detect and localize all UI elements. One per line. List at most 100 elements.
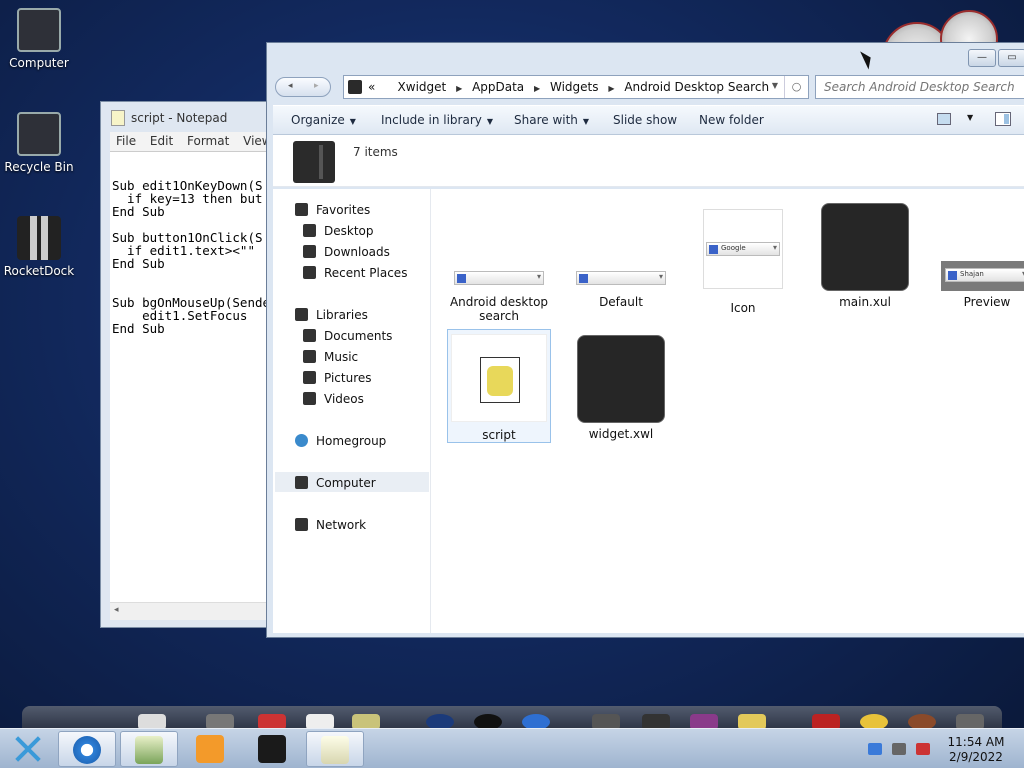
file-name: widget.xwl — [588, 427, 654, 441]
file-list: ▾ Android desktop search ▾ Default Googl… — [431, 189, 1024, 633]
nav-favorites[interactable]: Favorites — [295, 203, 370, 217]
nav-label: Documents — [324, 329, 393, 343]
menu-edit[interactable]: Edit — [144, 132, 173, 148]
nav-downloads[interactable]: Downloads — [303, 245, 390, 259]
menu-format[interactable]: Format — [181, 132, 229, 148]
refresh-icon[interactable]: ○ — [784, 76, 808, 98]
chevron-right-icon[interactable]: ▶ — [608, 84, 614, 93]
notepad-window[interactable]: script - Notepad File Edit Format View S… — [100, 101, 281, 628]
preview-pane-icon[interactable] — [995, 112, 1011, 126]
file-name: script — [482, 428, 516, 442]
chevron-down-icon: ▼ — [582, 117, 590, 126]
homegroup-icon — [295, 434, 308, 447]
taskbar-clock[interactable]: 11:54 AM 2/9/2022 — [940, 735, 1012, 765]
forward-button[interactable]: ▸ — [314, 81, 319, 91]
taskbar-mixer-button[interactable] — [244, 731, 302, 767]
breadcrumb-android-desktop-search[interactable]: Android Desktop Search — [624, 80, 769, 94]
share-with-button[interactable]: Share with ▼ — [514, 113, 589, 127]
command-toolbar: Organize ▼ Include in library ▼ Share with… — [273, 105, 1024, 135]
window-controls: — ▭ — [966, 49, 1024, 67]
nav-videos[interactable]: Videos — [303, 392, 364, 406]
taskbar-notepad-button[interactable] — [306, 731, 364, 767]
music-icon — [303, 350, 316, 363]
chevron-right-icon[interactable]: ▶ — [456, 84, 462, 93]
file-item[interactable]: ▾ Default — [569, 271, 673, 309]
chevron-down-icon[interactable]: ▼ — [772, 81, 778, 90]
thumbnail-text: Shajan — [960, 270, 984, 278]
item-count: 7 items — [353, 145, 398, 159]
volume-muted-tray-icon[interactable] — [916, 743, 930, 755]
file-item[interactable]: ▾ Android desktop search — [447, 271, 551, 323]
file-item[interactable]: Google ▾ Icon — [691, 209, 795, 315]
breadcrumb-widgets[interactable]: Widgets — [550, 80, 599, 94]
menu-file[interactable]: File — [110, 132, 136, 148]
search-input[interactable] — [824, 80, 1024, 94]
desktop-icon-label: RocketDock — [3, 264, 75, 278]
notepad-horizontal-scrollbar[interactable]: ◂ — [110, 602, 281, 620]
breadcrumb-appdata[interactable]: AppData — [472, 80, 524, 94]
organize-button[interactable]: Organize ▼ — [291, 113, 356, 127]
media-player-icon — [196, 735, 224, 763]
desktop-icon-label: Recycle Bin — [4, 160, 74, 174]
recent-places-icon — [303, 266, 316, 279]
desktop-icon-recycle-bin[interactable]: Recycle Bin — [0, 112, 78, 174]
chevron-right-icon[interactable]: ▶ — [534, 84, 540, 93]
taskbar-explorer-button[interactable] — [120, 731, 178, 767]
nav-documents[interactable]: Documents — [303, 329, 392, 343]
new-folder-button[interactable]: New folder — [699, 113, 764, 127]
image-thumbnail-icon: Shajan ▾ — [941, 261, 1024, 291]
breadcrumb-xwidget[interactable]: Xwidget — [398, 80, 447, 94]
file-item-selected[interactable]: script — [447, 329, 551, 443]
notepad-icon — [111, 110, 125, 126]
notepad-text-area[interactable]: Sub edit1OnKeyDown(S if key=13 then but … — [110, 152, 281, 602]
nav-music[interactable]: Music — [303, 350, 358, 364]
nav-network[interactable]: Network — [295, 518, 366, 532]
folder-icon — [293, 141, 335, 183]
taskbar-ie-button[interactable] — [58, 731, 116, 767]
nav-label: Videos — [324, 392, 364, 406]
xul-file-icon — [821, 203, 909, 291]
clock-date: 2/9/2022 — [949, 750, 1003, 764]
widget-thumbnail-icon: ▾ — [576, 271, 666, 285]
nav-desktop[interactable]: Desktop — [303, 224, 374, 238]
notepad-titlebar[interactable]: script - Notepad — [101, 102, 279, 134]
chevron-down-icon: ▼ — [486, 117, 494, 126]
nav-pictures[interactable]: Pictures — [303, 371, 372, 385]
desktop-icon-computer[interactable]: Computer — [0, 8, 78, 70]
change-view-icon[interactable] — [937, 113, 951, 125]
minimize-button[interactable]: — — [968, 49, 996, 67]
file-item[interactable]: main.xul — [813, 203, 917, 309]
nav-label: Favorites — [316, 203, 371, 217]
nav-label: Libraries — [316, 308, 368, 322]
breadcrumb-overflow[interactable]: « — [368, 80, 375, 94]
search-box[interactable] — [815, 75, 1024, 99]
taskbar-media-button[interactable] — [182, 731, 240, 767]
include-in-library-button[interactable]: Include in library ▼ — [381, 113, 493, 127]
desktop-icon-rocketdock[interactable]: RocketDock — [0, 216, 78, 278]
file-name: main.xul — [839, 295, 891, 309]
recycle-bin-icon — [17, 112, 61, 156]
scroll-left-icon[interactable]: ◂ — [114, 605, 119, 615]
slide-show-button[interactable]: Slide show — [613, 113, 677, 127]
breadcrumb: « Xwidget ▶ AppData ▶ Widgets ▶ Android … — [368, 80, 769, 94]
file-item[interactable]: widget.xwl — [569, 335, 673, 441]
nav-label: Desktop — [324, 224, 374, 238]
nav-recent-places[interactable]: Recent Places — [303, 266, 407, 280]
explorer-window[interactable]: — ▭ ◂ ▸ « Xwidget ▶ AppData ▶ Widgets ▶ A… — [266, 42, 1024, 638]
address-bar[interactable]: « Xwidget ▶ AppData ▶ Widgets ▶ Android … — [343, 75, 809, 99]
network-icon — [295, 518, 308, 531]
maximize-button[interactable]: ▭ — [998, 49, 1024, 67]
taskbar: 11:54 AM 2/9/2022 — [0, 728, 1024, 768]
start-button[interactable] — [6, 731, 50, 767]
bluetooth-tray-icon[interactable] — [868, 743, 882, 755]
mixer-icon — [258, 735, 286, 763]
nav-label: Pictures — [324, 371, 372, 385]
nav-homegroup[interactable]: Homegroup — [295, 434, 386, 448]
nav-libraries[interactable]: Libraries — [295, 308, 368, 322]
file-item[interactable]: Shajan ▾ Preview — [935, 261, 1024, 309]
computer-icon — [295, 476, 308, 489]
nav-computer[interactable]: Computer — [275, 472, 429, 492]
back-button[interactable]: ◂ — [288, 81, 293, 91]
chevron-down-icon[interactable]: ▼ — [967, 113, 973, 122]
network-tray-icon[interactable] — [892, 743, 906, 755]
